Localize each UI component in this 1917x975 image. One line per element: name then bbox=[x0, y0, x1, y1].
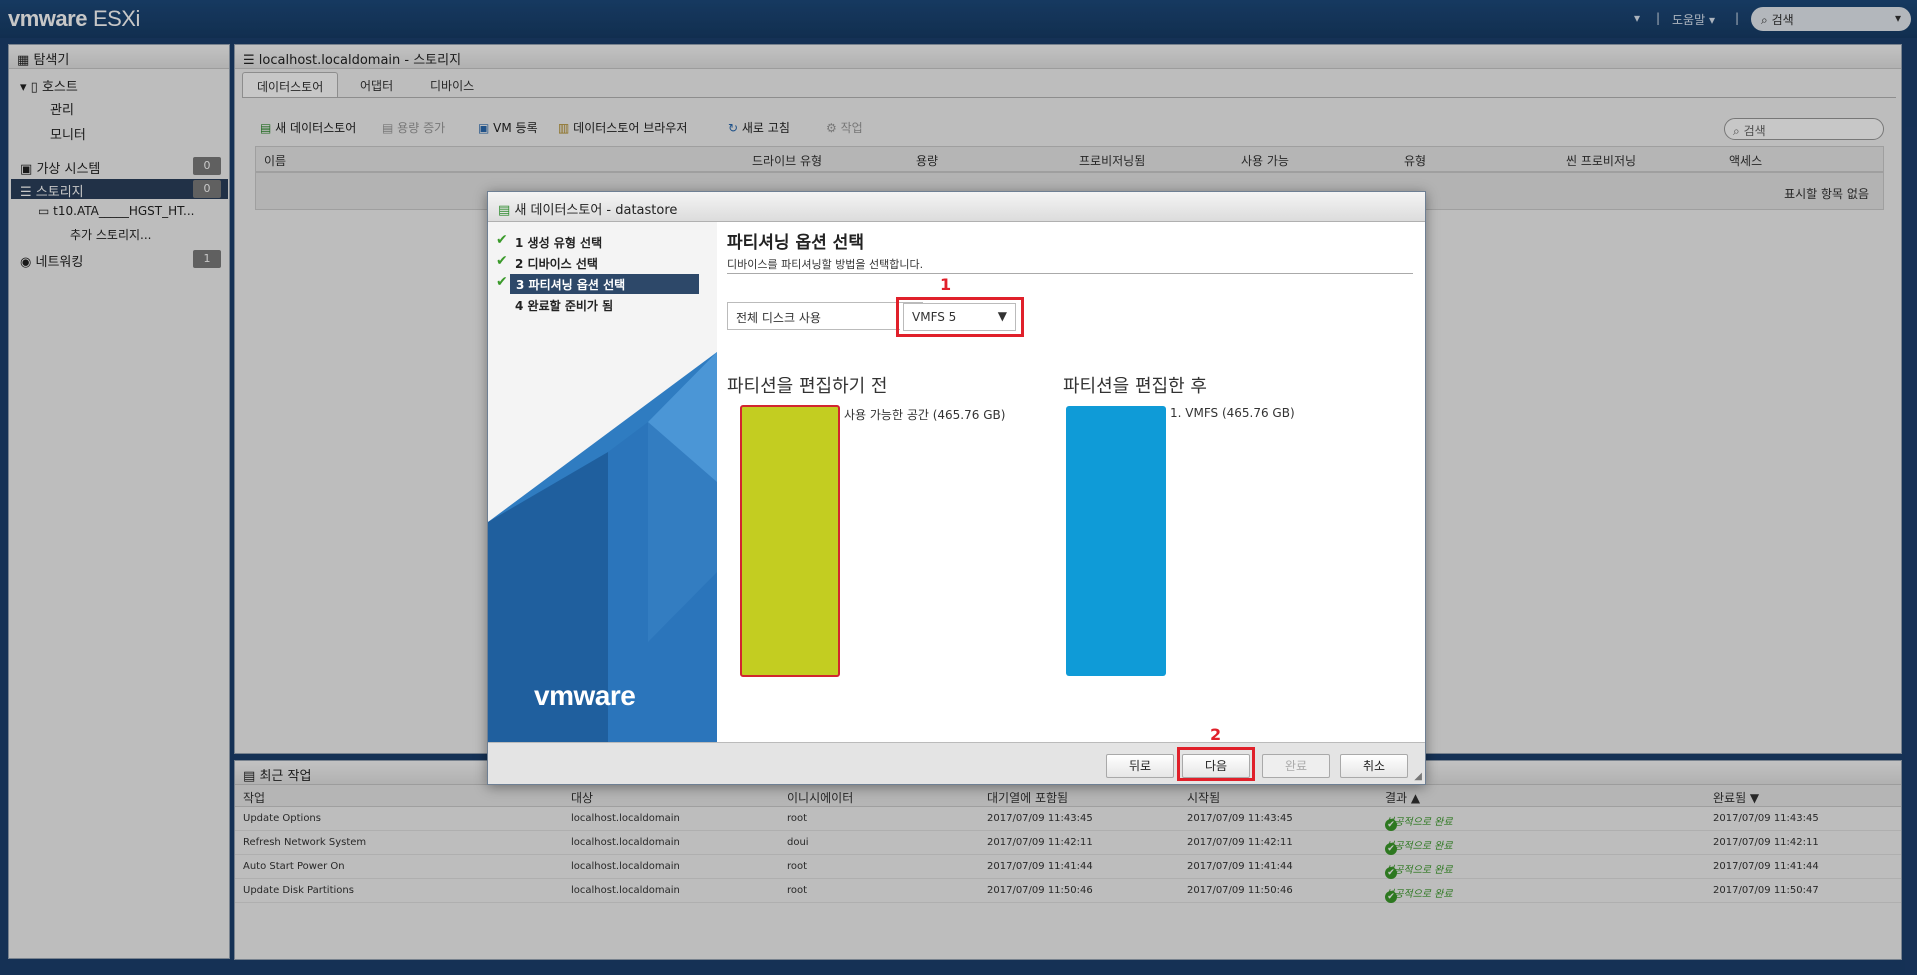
after-label: 1. VMFS (465.76 GB) bbox=[1170, 406, 1295, 420]
dialog-footer: 뒤로 다음 완료 취소 ◢ bbox=[488, 742, 1425, 784]
highlight-box-2 bbox=[1177, 747, 1255, 781]
resize-handle-icon[interactable]: ◢ bbox=[1414, 771, 1422, 782]
after-title: 파티션을 편집한 후 bbox=[1063, 376, 1207, 397]
annotation-2: 2 bbox=[1210, 725, 1222, 744]
back-button[interactable]: 뒤로 bbox=[1106, 754, 1174, 778]
datastore-icon: ▤ bbox=[498, 203, 511, 218]
highlight-box-1 bbox=[896, 297, 1024, 337]
before-title: 파티션을 편집하기 전 bbox=[727, 376, 888, 397]
finish-button[interactable]: 완료 bbox=[1262, 754, 1330, 778]
wizard-content: 파티셔닝 옵션 선택 디바이스를 파티셔닝할 방법을 선택합니다. 전체 디스크… bbox=[717, 222, 1425, 742]
annotation-1: 1 bbox=[940, 275, 952, 294]
after-partition-bar bbox=[1066, 406, 1166, 676]
before-partition-bar bbox=[740, 405, 840, 677]
wizard-steps: ✔ 1 생성 유형 선택 ✔ 2 디바이스 선택 ✔ 3 파티셔닝 옵션 선택 … bbox=[488, 222, 717, 742]
new-datastore-dialog: ▤ 새 데이터스토어 - datastore ✔ 1 생성 유형 선택 ✔ 2 … bbox=[487, 191, 1426, 785]
wizard-decoration bbox=[488, 352, 717, 742]
dialog-title-bar: ▤ 새 데이터스토어 - datastore bbox=[488, 192, 1425, 222]
content-heading: 파티셔닝 옵션 선택 bbox=[727, 233, 864, 253]
partition-scheme-select[interactable]: 전체 디스크 사용▼ bbox=[727, 302, 923, 330]
cancel-button[interactable]: 취소 bbox=[1340, 754, 1408, 778]
content-subtitle: 디바이스를 파티셔닝할 방법을 선택합니다. bbox=[727, 258, 924, 271]
vmware-logo: vmware bbox=[534, 680, 636, 711]
before-label: 사용 가능한 공간 (465.76 GB) bbox=[844, 408, 1006, 422]
heading-divider bbox=[727, 273, 1413, 274]
